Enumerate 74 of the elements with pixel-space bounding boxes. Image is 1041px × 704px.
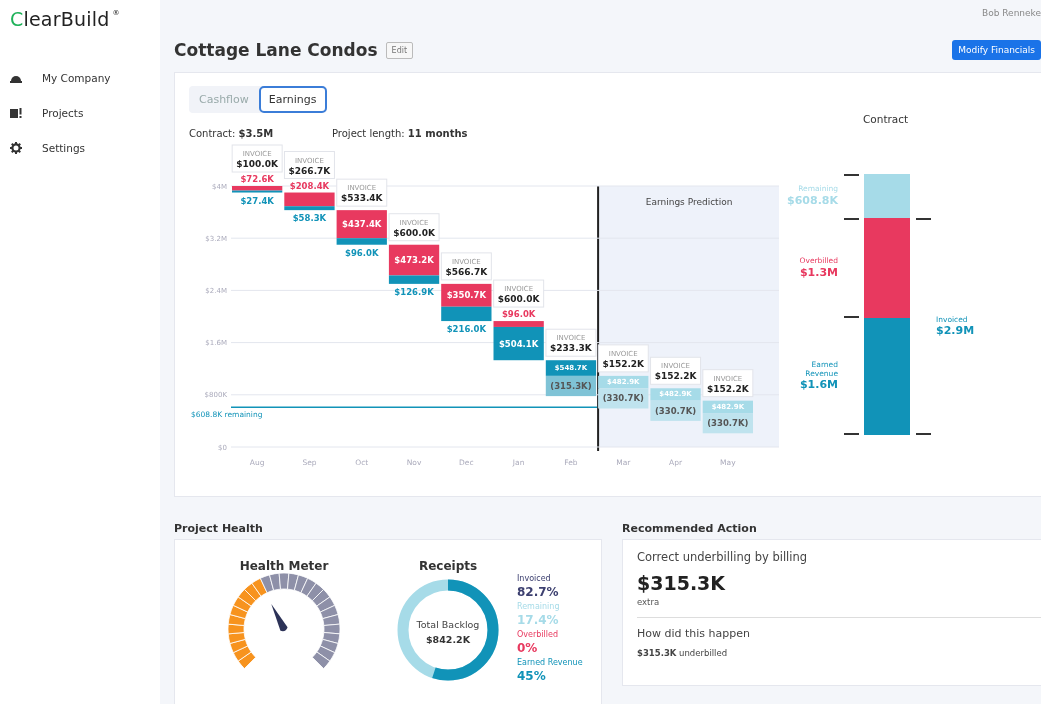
receipts-title: Receipts [418,559,478,573]
project-stat: Project length: 11 months [332,127,468,139]
value-label: $58.3K [292,213,327,224]
nav-item[interactable]: Projects [42,106,84,119]
tick-mark [916,218,931,221]
value-label: (330.7K) [602,393,644,404]
tick-mark [844,316,859,319]
callout-box [231,144,283,173]
tick-mark [916,433,931,435]
callout-value: $152.2K [602,358,645,369]
callout-box [440,252,492,281]
question-text: How did this happen [637,627,751,640]
donut-value: $842.2K [426,634,470,645]
nav-item[interactable]: My Company [42,71,111,84]
callout-value: $266.7K [288,165,331,176]
value-label: $473.2K [394,255,434,266]
callout-value: $600.0K [393,227,435,238]
legend-label: Remaining [517,601,560,612]
callout-value: $152.2K [654,371,697,382]
project-title: Cottage Lane Condos [174,40,378,60]
edit-button[interactable]: Edit [385,41,414,59]
callout-value: $600.0K [497,294,540,305]
gauge-needle [271,604,288,632]
user-name[interactable]: Bob Renneke [982,8,1041,18]
section-title: Recommended Action [622,522,758,536]
callout-value: $566.7K [445,266,488,277]
value-label: (330.7K) [654,405,697,416]
value-label: (315.3K) [550,381,592,391]
value-label: (330.7K) [707,418,749,429]
legend-value: 82.7% [517,584,559,601]
segment-value: $608.8K [787,194,838,207]
tick-mark [844,174,859,176]
callout-box [283,151,335,180]
meter-title: Health Meter [239,559,329,573]
legend-value: 45% [517,668,546,685]
value-label: $208.4K [289,180,330,191]
invoiced-value: $2.9M [936,324,975,338]
region-label: Earnings Prediction [645,197,733,207]
value-label: $27.4K [240,195,274,206]
legend-label: Invoiced [517,573,551,584]
callout-value: $100.0K [236,159,278,169]
segment-value: $1.3M [799,265,838,279]
callout-value: $233.3K [550,343,592,354]
value-label: $126.9K [394,286,434,297]
value-label: $504.1K [498,338,539,349]
alert-square-icon [10,106,22,119]
action-amount: $315.3K [637,572,727,594]
value-label: $96.0K [501,309,536,320]
nav-item[interactable]: Settings [42,141,86,154]
value-label: $216.0K [446,324,487,335]
value-label: $350.7K [446,290,487,301]
callout-box [650,356,702,385]
legend-value: 17.4% [517,612,559,629]
tick-mark [844,433,859,435]
value-label: $72.6K [240,174,274,184]
value-label: $96.0K [345,247,379,258]
answer-text: $315.3K underbilled [637,648,729,658]
legend-label: Earned Revenue [517,657,583,668]
tick-mark [844,218,859,221]
action-headline: Correct underbilling by billing [637,550,809,564]
contract-title: Contract [863,113,909,127]
callout-value: $533.4K [340,193,383,204]
value-label: $437.4K [342,219,382,230]
legend-label: Overbilled [517,629,558,640]
segment-value: $1.6M [799,378,838,392]
modify-financials-button[interactable]: Modify Financials [952,40,1041,60]
amount-note: extra [637,597,661,607]
donut-label: Total Backlog [416,619,480,630]
project-stat: Contract: $3.5M [189,127,275,139]
callout-value: $152.2K [707,383,749,394]
settings-icon [10,141,22,154]
section-title: Project Health [174,522,264,536]
legend-value: 0% [517,640,538,657]
tab[interactable]: Earnings [258,86,327,113]
